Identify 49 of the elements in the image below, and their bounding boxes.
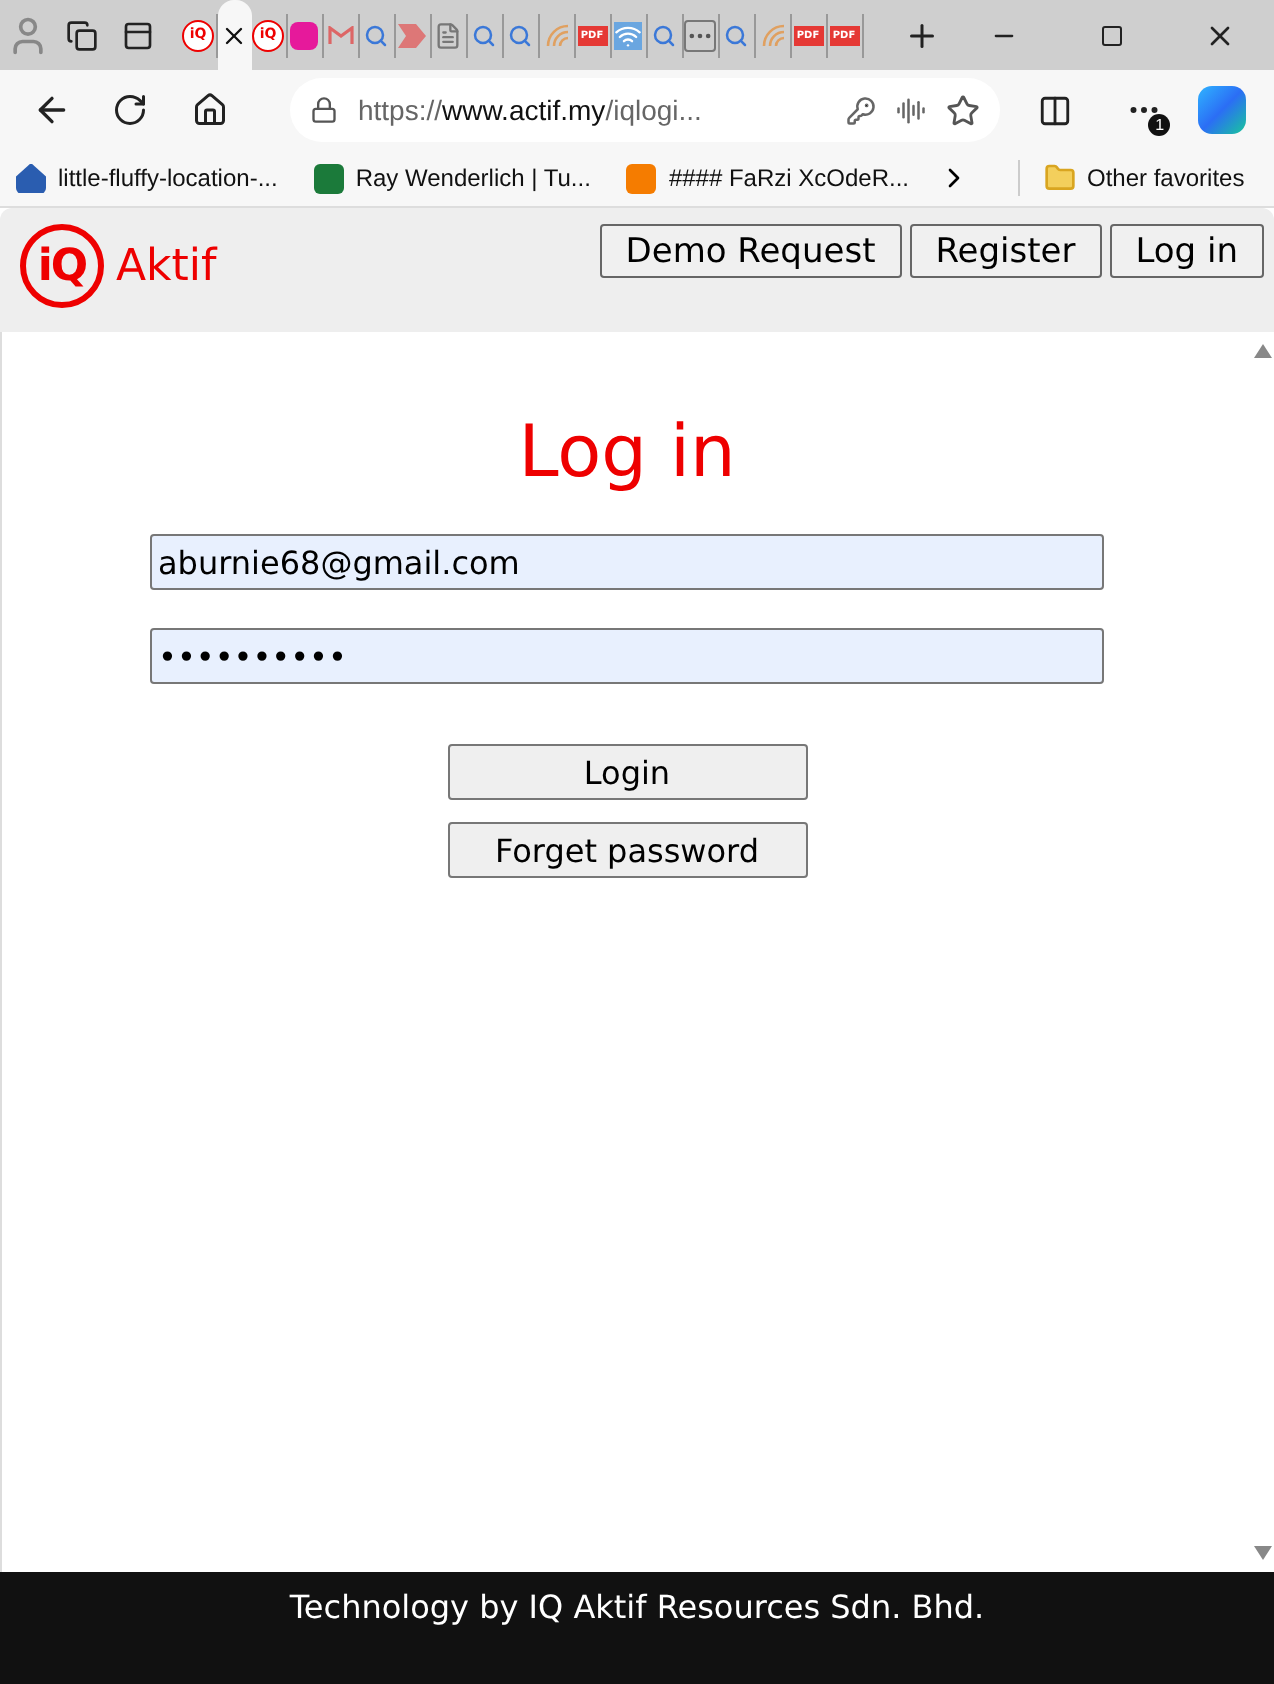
email-field[interactable]: aburnie68@gmail.com <box>150 534 1104 590</box>
nav-button[interactable]: Register <box>909 224 1102 278</box>
address-field[interactable]: https://www.actif.my/iqlogi... <box>289 78 1001 142</box>
copilot-icon[interactable] <box>1198 86 1247 134</box>
bookmark-logo-icon <box>313 163 344 193</box>
bookmark-link[interactable]: little-fluffy-location-... <box>16 163 278 193</box>
page-title: Log in <box>518 412 736 494</box>
logo-text: Aktif <box>116 241 217 291</box>
tab-actions-icon[interactable] <box>121 19 154 51</box>
search-icon <box>724 23 748 47</box>
folder-icon <box>1043 162 1075 194</box>
lock-icon <box>309 96 338 124</box>
bookmark-folder[interactable]: Other favorites <box>1043 162 1245 194</box>
notification-badge: 1 <box>1148 114 1171 136</box>
reload-icon[interactable] <box>112 92 149 128</box>
home-icon[interactable] <box>192 92 229 128</box>
bookmark-logo-icon <box>626 163 657 193</box>
maximize-icon[interactable] <box>1100 23 1124 47</box>
scroll-down-icon[interactable] <box>1254 1546 1272 1560</box>
search-icon <box>472 23 496 47</box>
workspaces-icon[interactable] <box>66 19 99 51</box>
favorite-star-icon[interactable] <box>946 93 981 127</box>
house-icon <box>16 163 46 193</box>
document-icon <box>434 21 462 49</box>
rays-icon <box>759 22 785 48</box>
arrow-icon <box>398 23 426 47</box>
forgot-password-button[interactable]: Forget password <box>447 822 807 878</box>
password-field[interactable]: •••••••••• <box>150 628 1104 684</box>
rays-icon <box>543 22 569 48</box>
nav-button[interactable]: Demo Request <box>599 224 902 278</box>
search-icon <box>652 23 676 47</box>
split-screen-icon[interactable] <box>1038 93 1073 127</box>
login-button[interactable]: Login <box>447 744 807 800</box>
scroll-up-icon[interactable] <box>1254 344 1272 358</box>
bookmark-link[interactable]: #### FaRzi XcOdeR... <box>626 163 909 193</box>
url-text: https://www.actif.my/iqlogi... <box>357 94 704 126</box>
nav-button[interactable]: Log in <box>1109 224 1264 278</box>
tab-favicon <box>290 21 318 49</box>
footer-text: Technology by IQ Aktif Resources Sdn. Bhd. <box>289 1588 985 1628</box>
browser-tab[interactable] <box>217 0 251 70</box>
search-icon <box>508 23 532 47</box>
bookmark-link[interactable]: Ray Wenderlich | Tu... <box>313 163 591 193</box>
read-aloud-icon[interactable] <box>896 95 927 125</box>
logo-mark: iQ <box>20 224 104 308</box>
search-icon <box>364 23 388 47</box>
dots-icon <box>684 19 716 51</box>
wifi-icon <box>614 21 642 49</box>
key-icon[interactable] <box>846 95 877 125</box>
mail-icon <box>327 25 353 45</box>
